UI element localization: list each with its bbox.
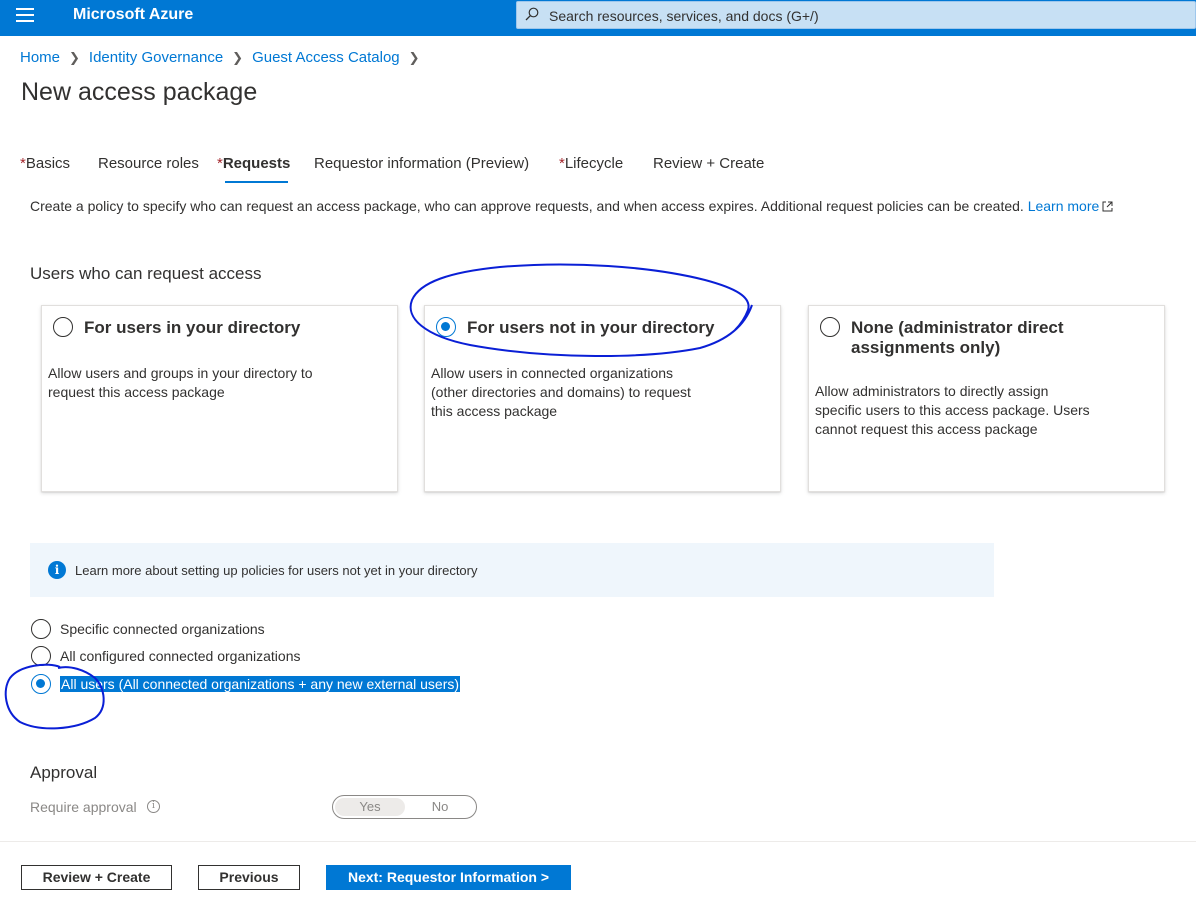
tab-label: Lifecycle [564,155,624,172]
chevron-right-icon: ❯ [69,49,80,65]
info-bar: i Learn more about setting up policies f… [30,543,994,597]
learn-more-link[interactable]: Learn more [1028,198,1114,214]
tab-basics[interactable]: *Basics [20,155,70,183]
top-bar-accent [0,32,1196,36]
tab-resource-roles[interactable]: Resource roles [98,155,199,183]
card-description: Allow users in connected organizations (… [431,365,691,419]
tab-label: Requests [222,155,291,172]
radio-button[interactable] [31,646,51,666]
previous-button[interactable]: Previous [198,865,300,890]
option-card-none[interactable]: None (administrator direct assignments o… [808,305,1165,492]
tab-requestor-information[interactable]: Requestor information (Preview) [314,155,529,183]
info-circle-icon[interactable]: i [147,800,160,813]
external-link-icon [1102,201,1113,212]
approval-title: Approval [30,763,98,782]
learn-more-label: Learn more [1027,198,1100,214]
tab-requests[interactable]: *Requests [217,155,290,183]
search-box[interactable]: Search resources, services, and docs (G+… [516,1,1196,29]
card-title: For users in your directory [84,318,301,337]
breadcrumb-guest-access-catalog[interactable]: Guest Access Catalog [252,49,400,66]
annotation-circle-radio [4,663,105,730]
tab-review-create[interactable]: Review + Create [653,155,764,183]
chevron-right-icon: ❯ [408,49,420,65]
card-title: For users not in your directory [467,318,715,337]
option-card-in-directory[interactable]: For users in your directory Allow users … [41,305,398,492]
next-button[interactable]: Next: Requestor Information > [326,865,571,890]
card-title: None (administrator direct assignments o… [851,318,1064,357]
tab-label: Requestor information (Preview) [314,155,530,172]
info-bar-text[interactable]: Learn more about setting up policies for… [75,563,478,578]
tab-label: Review + Create [653,155,765,172]
radio-button[interactable] [31,619,51,639]
radio-button[interactable] [31,674,51,694]
require-approval-label: Require approval [30,799,137,815]
active-tab-indicator [225,181,288,183]
radio-not-in-directory[interactable] [436,317,456,337]
hamburger-menu-icon[interactable] [16,8,34,22]
search-input[interactable]: Search resources, services, and docs (G+… [549,8,819,24]
breadcrumb-home[interactable]: Home [20,49,60,66]
search-icon [525,7,539,21]
users-section-title: Users who can request access [30,264,262,283]
option-card-not-in-directory[interactable]: For users not in your directory Allow us… [424,305,781,492]
radio-none[interactable] [820,317,840,337]
top-bar: Microsoft Azure Search resources, servic… [0,0,1196,32]
tab-label: Resource roles [98,155,199,172]
brand-title[interactable]: Microsoft Azure [73,6,193,24]
toggle-no[interactable]: No [405,798,475,816]
review-create-button[interactable]: Review + Create [21,865,172,890]
toggle-yes[interactable]: Yes [335,798,405,816]
require-approval-toggle[interactable]: Yes No [332,795,477,819]
radio-label: All users (All connected organizations +… [60,676,461,692]
tab-lifecycle[interactable]: *Lifecycle [559,155,623,183]
page-title: New access package [21,78,258,106]
info-icon: i [48,561,66,579]
description-text: Create a policy to specify who can reque… [30,198,1024,214]
chevron-right-icon: ❯ [232,49,244,65]
card-description: Allow administrators to directly assign … [815,383,1090,437]
radio-label: All configured connected organizations [60,648,301,664]
tab-label: Basics [25,155,71,172]
radio-label: Specific connected organizations [60,621,265,637]
radio-in-directory[interactable] [53,317,73,337]
footer-divider [0,841,1196,842]
breadcrumb: Home ❯ Identity Governance ❯ Guest Acces… [20,49,429,66]
card-description: Allow users and groups in your directory… [48,365,313,400]
description: Create a policy to specify who can reque… [30,198,1113,214]
breadcrumb-identity-governance[interactable]: Identity Governance [89,49,223,66]
